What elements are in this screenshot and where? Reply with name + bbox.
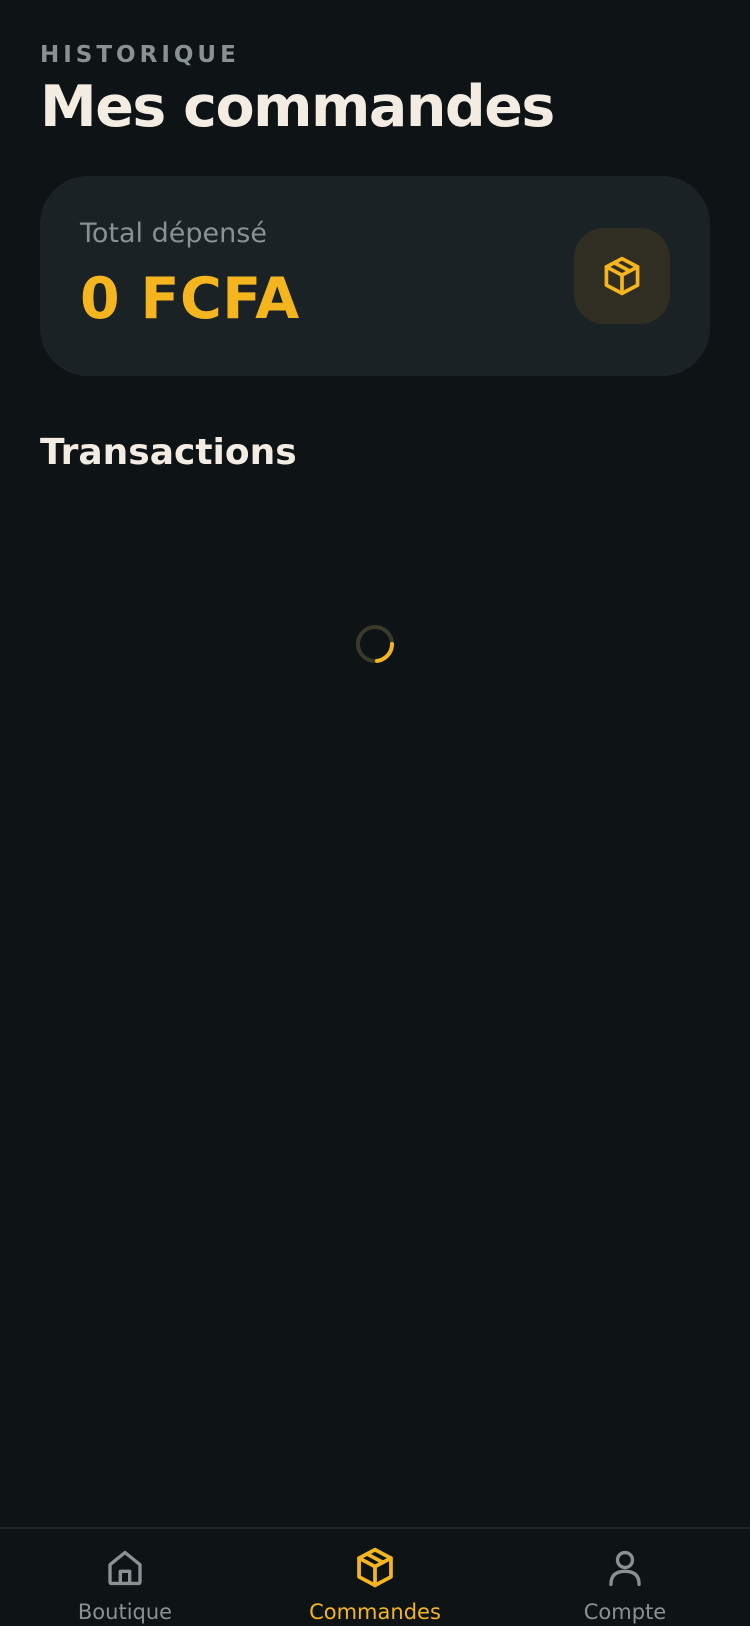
- tab-compte[interactable]: Compte: [500, 1529, 750, 1626]
- total-spent-label: Total dépensé: [80, 218, 267, 249]
- tab-boutique[interactable]: Boutique: [0, 1529, 250, 1626]
- package-icon: [604, 256, 640, 296]
- package-icon: [357, 1547, 393, 1588]
- tab-commandes[interactable]: Commandes: [250, 1529, 500, 1626]
- tab-label: Commandes: [309, 1600, 441, 1624]
- bottom-tab-bar: Boutique Commandes Compte: [0, 1527, 750, 1626]
- transactions-title: Transactions: [40, 432, 297, 473]
- page-title: Mes commandes: [40, 74, 555, 140]
- page-eyebrow: HISTORIQUE: [40, 42, 240, 68]
- tab-label: Compte: [583, 1600, 667, 1624]
- summary-icon-container: [574, 228, 670, 324]
- home-icon: [108, 1550, 142, 1586]
- user-icon: [609, 1550, 641, 1587]
- total-spent-card: Total dépensé 0 FCFA: [40, 176, 710, 376]
- loading-spinner: [356, 625, 395, 663]
- page-header: HISTORIQUE Mes commandes: [40, 40, 710, 142]
- tab-label: Boutique: [77, 1600, 173, 1624]
- total-spent-value: 0 FCFA: [80, 266, 300, 332]
